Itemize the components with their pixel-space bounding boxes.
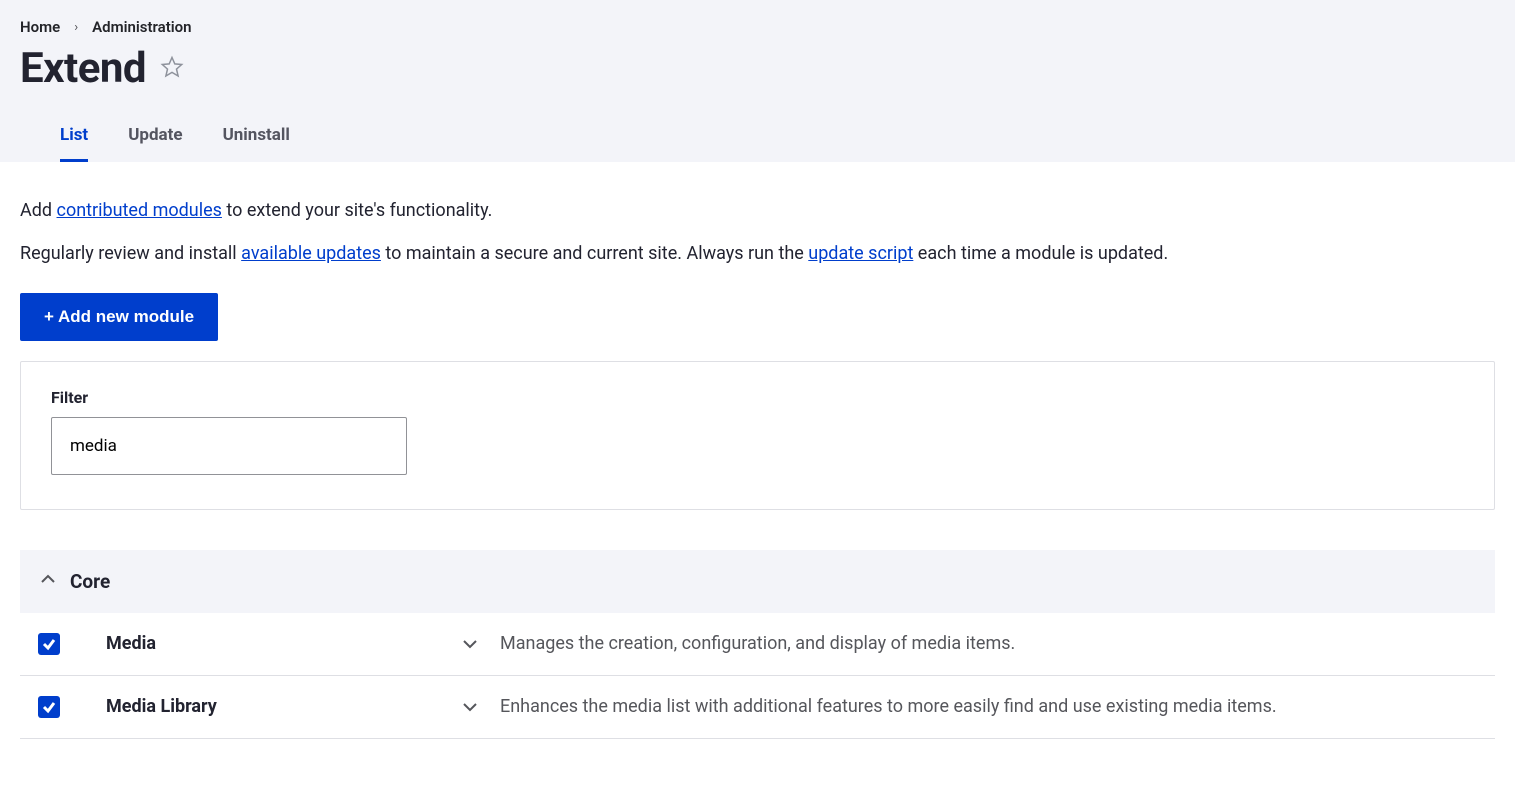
tab-uninstall[interactable]: Uninstall bbox=[223, 113, 290, 162]
section-title: Core bbox=[70, 570, 110, 593]
intro-text-2-mid: to maintain a secure and current site. A… bbox=[381, 243, 808, 264]
page-title: Extend bbox=[20, 44, 146, 93]
link-update-script[interactable]: update script bbox=[808, 243, 913, 264]
breadcrumb-administration[interactable]: Administration bbox=[92, 18, 191, 36]
module-name: Media bbox=[70, 633, 450, 654]
tabs: List Update Uninstall bbox=[20, 113, 1495, 162]
link-available-updates[interactable]: available updates bbox=[241, 243, 381, 264]
module-section-core: Core Media Manages the creation, configu… bbox=[20, 550, 1495, 739]
module-checkbox[interactable] bbox=[38, 633, 60, 655]
module-row: Media Library Enhances the media list wi… bbox=[20, 676, 1495, 739]
module-name: Media Library bbox=[70, 696, 450, 717]
tab-list[interactable]: List bbox=[60, 113, 88, 162]
link-contributed-modules[interactable]: contributed modules bbox=[57, 200, 222, 221]
chevron-down-icon[interactable] bbox=[460, 697, 480, 717]
module-row: Media Manages the creation, configuratio… bbox=[20, 613, 1495, 676]
breadcrumb-home[interactable]: Home bbox=[20, 18, 60, 36]
page-title-wrap: Extend bbox=[20, 44, 1495, 113]
breadcrumb: Home › Administration bbox=[20, 18, 1495, 36]
module-description: Manages the creation, configuration, and… bbox=[500, 633, 1477, 654]
filter-panel: Filter bbox=[20, 361, 1495, 510]
intro-text-2-prefix: Regularly review and install bbox=[20, 243, 241, 264]
header-region: Home › Administration Extend List Update… bbox=[0, 0, 1515, 162]
chevron-up-icon bbox=[40, 571, 56, 591]
module-description: Enhances the media list with additional … bbox=[500, 696, 1477, 717]
favorite-star-icon[interactable] bbox=[160, 55, 184, 83]
intro-text-1-suffix: to extend your site's functionality. bbox=[222, 200, 492, 221]
filter-input[interactable] bbox=[51, 417, 407, 475]
content-region: Add contributed modules to extend your s… bbox=[0, 162, 1515, 759]
add-new-module-button[interactable]: + Add new module bbox=[20, 293, 218, 341]
chevron-down-icon[interactable] bbox=[460, 634, 480, 654]
module-checkbox[interactable] bbox=[38, 696, 60, 718]
breadcrumb-separator: › bbox=[74, 20, 78, 35]
tab-update[interactable]: Update bbox=[128, 113, 182, 162]
section-header-core[interactable]: Core bbox=[20, 550, 1495, 613]
intro-text-2-suffix: each time a module is updated. bbox=[913, 243, 1168, 264]
intro-text-1-prefix: Add bbox=[20, 200, 57, 221]
filter-label: Filter bbox=[51, 388, 1464, 407]
intro-text: Add contributed modules to extend your s… bbox=[20, 197, 1495, 269]
